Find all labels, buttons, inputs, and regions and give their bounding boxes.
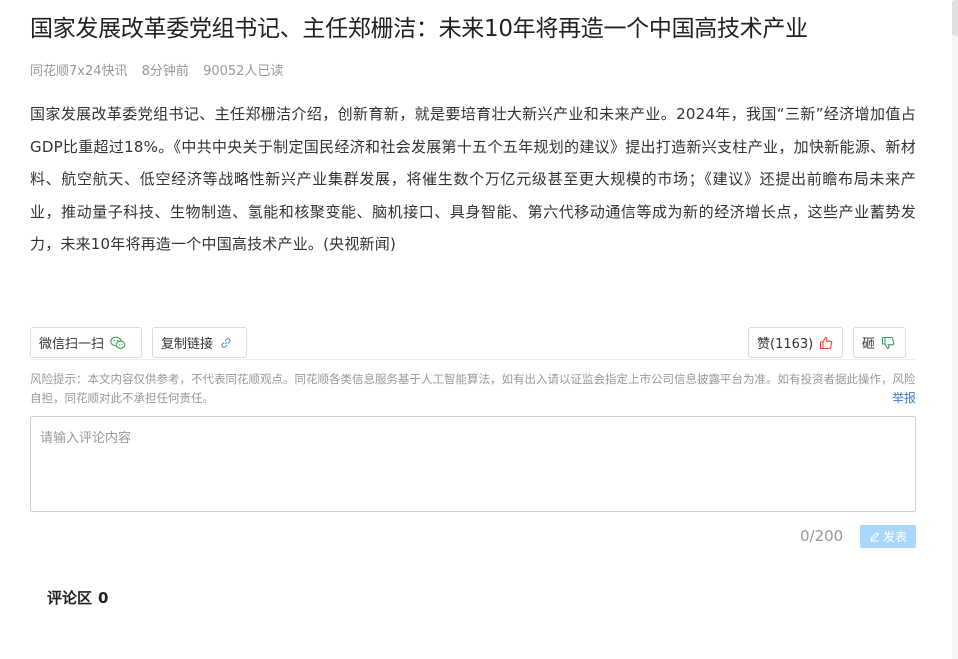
article-reads: 90052人已读 <box>203 64 284 79</box>
pencil-icon <box>869 531 880 542</box>
dislike-button[interactable]: 砸 <box>853 327 906 358</box>
risk-notice: 风险提示：本文内容仅供参考，不代表同花顺观点。同花顺各类信息服务基于人工智能算法… <box>30 372 916 405</box>
comment-input[interactable] <box>30 416 916 512</box>
like-label: 赞(1163) <box>757 337 814 352</box>
article-source: 同花顺7x24快讯 <box>30 64 128 79</box>
divider <box>30 359 916 360</box>
link-icon <box>219 336 233 350</box>
article-meta: 同花顺7x24快讯 8分钟前 90052人已读 <box>30 60 293 79</box>
scrollbar-track[interactable] <box>952 0 958 659</box>
comment-char-count: 0/200 <box>800 527 844 545</box>
wechat-share-label: 微信扫一扫 <box>39 337 105 352</box>
scrollbar-thumb[interactable] <box>952 0 958 36</box>
article-time: 8分钟前 <box>141 64 189 79</box>
comment-section-title: 评论区 <box>47 589 93 607</box>
wechat-share-button[interactable]: 微信扫一扫 <box>30 327 142 358</box>
comment-section-header: 评论区 0 <box>47 587 114 608</box>
wechat-icon <box>110 336 126 350</box>
article-title: 国家发展改革委党组书记、主任郑栅洁：未来10年将再造一个中国高技术产业 <box>30 16 808 42</box>
post-comment-button[interactable]: 发表 <box>860 525 916 548</box>
thumbs-down-icon <box>881 336 895 350</box>
article-body: 国家发展改革委党组书记、主任郑栅洁介绍，创新育新，就是要培育壮大新兴产业和未来产… <box>30 105 916 253</box>
report-link[interactable]: 举报 <box>892 389 916 406</box>
post-comment-label: 发表 <box>882 530 907 544</box>
like-button[interactable]: 赞(1163) <box>748 327 843 358</box>
dislike-label: 砸 <box>862 337 876 352</box>
thumbs-up-icon <box>819 336 833 350</box>
comment-section-count: 0 <box>98 589 109 607</box>
copy-link-label: 复制链接 <box>161 337 214 352</box>
copy-link-button[interactable]: 复制链接 <box>152 327 247 358</box>
